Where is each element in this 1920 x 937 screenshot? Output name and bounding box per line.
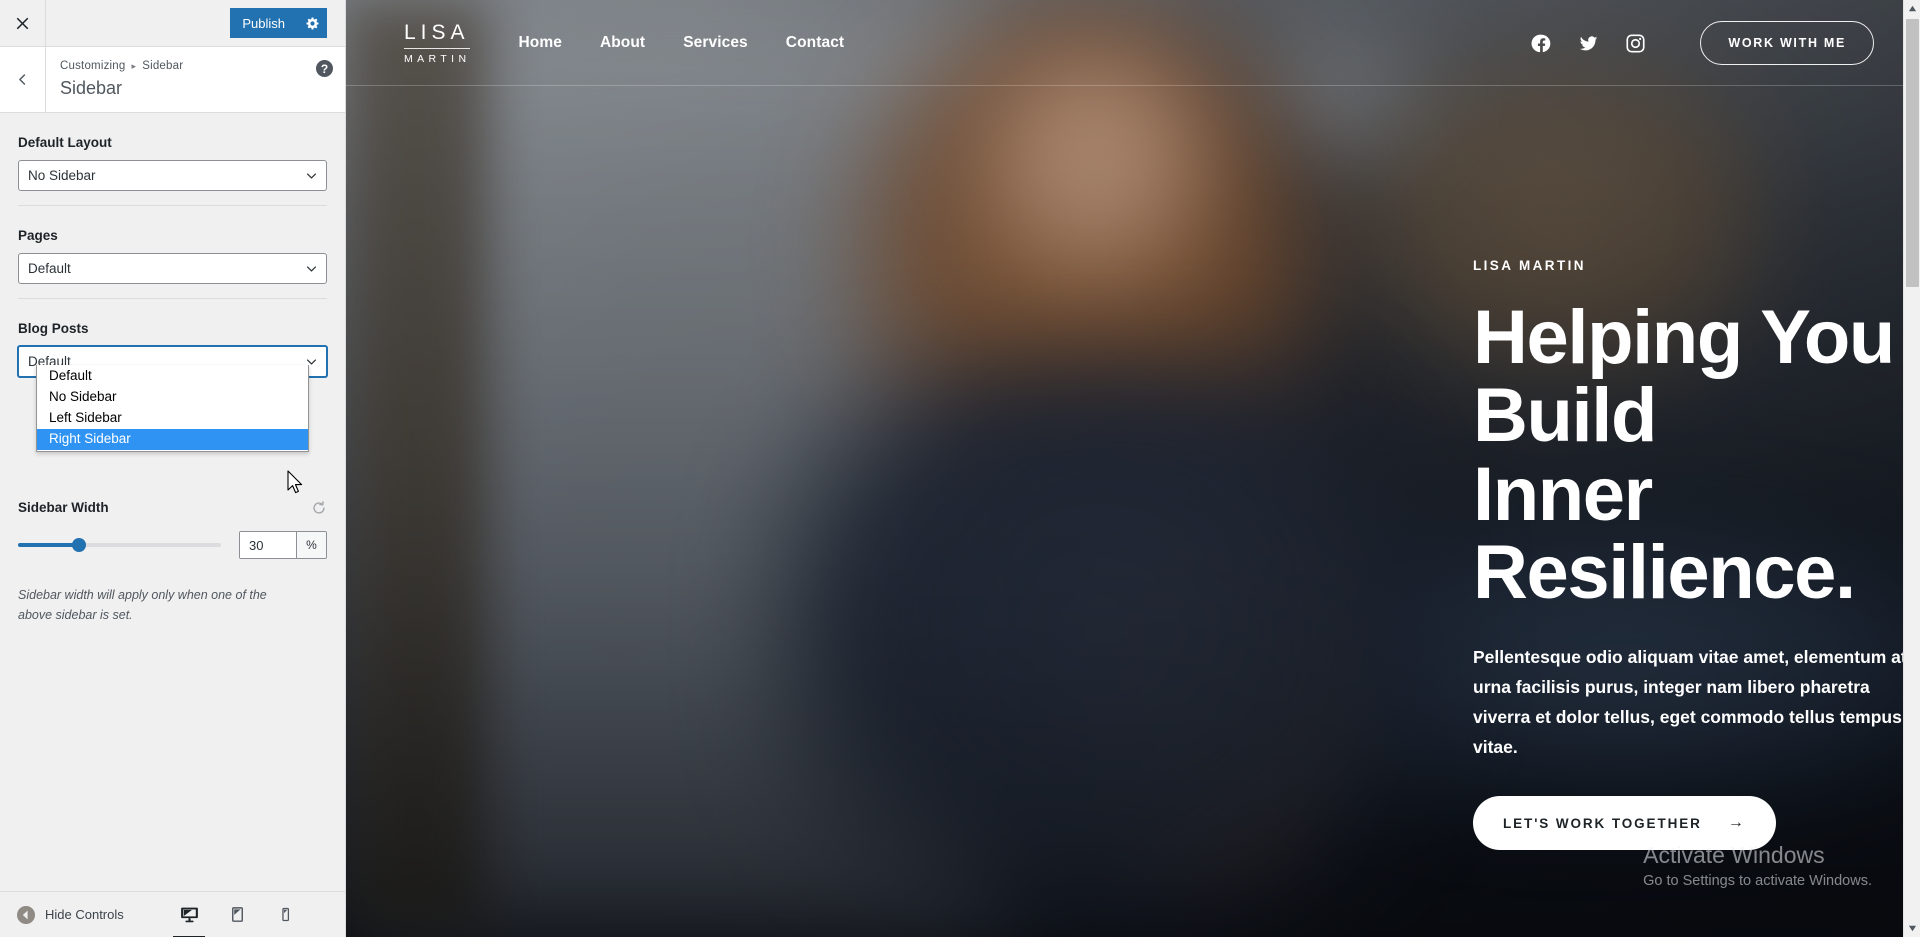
option-no-sidebar[interactable]: No Sidebar <box>37 387 308 408</box>
twitter-icon[interactable] <box>1578 33 1599 54</box>
control-pages: Pages Default <box>18 206 327 299</box>
option-left-sidebar[interactable]: Left Sidebar <box>37 408 308 429</box>
scrollbar-thumb[interactable] <box>1906 19 1919 287</box>
nav-item-about[interactable]: About <box>600 34 645 52</box>
default-layout-value: No Sidebar <box>28 168 96 183</box>
help-icon[interactable]: ? <box>316 60 333 77</box>
control-default-layout: Default Layout No Sidebar <box>18 113 327 206</box>
mobile-icon-glyph <box>281 907 289 922</box>
hero-title-line-2: Inner Resilience. <box>1473 451 1856 615</box>
customizer-topbar: Publish <box>0 0 345 47</box>
customizer-panel: Publish Customizing ▸ Sidebar Sidebar ? … <box>0 0 346 937</box>
nav-item-services[interactable]: Services <box>683 34 748 52</box>
sidebar-width-slider[interactable] <box>18 538 221 552</box>
breadcrumb-separator-icon: ▸ <box>131 61 137 71</box>
sidebar-width-input[interactable]: 30 <box>240 532 296 558</box>
breadcrumb: Customizing ▸ Sidebar <box>60 58 331 74</box>
hero-title: Helping You Build Inner Resilience. <box>1473 298 1920 615</box>
activate-windows-watermark: Activate Windows Go to Settings to activ… <box>1643 841 1872 889</box>
mobile-icon[interactable] <box>271 901 299 929</box>
preview-scrollbar[interactable] <box>1903 0 1920 937</box>
gear-icon[interactable] <box>297 8 327 38</box>
tablet-icon[interactable] <box>223 901 251 929</box>
control-sidebar-width: Sidebar Width 30 % <box>18 481 327 573</box>
page-title: Sidebar <box>60 78 123 98</box>
device-preview-group <box>173 901 329 937</box>
watermark-subtitle: Go to Settings to activate Windows. <box>1643 873 1872 889</box>
watermark-title: Activate Windows <box>1643 842 1825 868</box>
scrollbar-up-arrow-icon[interactable] <box>1904 0 1920 17</box>
breadcrumb-root[interactable]: Customizing <box>60 58 125 74</box>
gear-icon-glyph <box>306 17 318 29</box>
tablet-icon-glyph <box>231 907 243 922</box>
site-header: LISA MARTIN Home About Services Contact <box>346 0 1920 86</box>
logo-line-1: LISA <box>404 22 471 49</box>
default-layout-select[interactable]: No Sidebar <box>18 160 327 191</box>
desktop-icon-glyph <box>180 907 198 923</box>
hide-controls-button[interactable]: Hide Controls <box>16 905 124 925</box>
sidebar-width-number-box: 30 % <box>239 531 327 559</box>
cta-label: LET'S WORK TOGETHER <box>1503 815 1702 831</box>
slider-fill <box>18 543 79 547</box>
nav-item-home[interactable]: Home <box>518 34 561 52</box>
control-blog-posts: Blog Posts Default Default No Sidebar Le… <box>18 299 327 452</box>
arrow-right-icon: → <box>1727 814 1746 832</box>
sidebar-width-unit: % <box>296 532 326 558</box>
nav-item-contact[interactable]: Contact <box>786 34 844 52</box>
site-preview: LISA MARTIN Home About Services Contact <box>346 0 1920 937</box>
reset-icon[interactable] <box>311 500 327 516</box>
sidebar-settings-section: Default Layout No Sidebar Pages Default <box>0 113 345 573</box>
blog-posts-label: Blog Posts <box>18 321 89 336</box>
sidebar-width-label: Sidebar Width <box>18 500 109 515</box>
customizer-footer: Hide Controls <box>0 891 345 937</box>
breadcrumb-current: Sidebar <box>142 60 184 72</box>
hero-title-line-1: Helping You Build <box>1473 295 1895 459</box>
pages-value: Default <box>28 261 71 276</box>
publish-group: Publish <box>230 8 345 38</box>
customizer-body: Default Layout No Sidebar Pages Default <box>0 113 345 891</box>
slider-thumb[interactable] <box>71 538 86 552</box>
pages-select[interactable]: Default <box>18 253 327 284</box>
desktop-icon[interactable] <box>173 901 205 937</box>
chevron-left-icon <box>19 74 26 85</box>
customizer-header: Customizing ▸ Sidebar Sidebar ? <box>0 47 345 113</box>
hide-controls-label: Hide Controls <box>45 907 124 922</box>
back-button[interactable] <box>0 47 46 112</box>
instagram-icon[interactable] <box>1625 33 1646 54</box>
hero-content: LISA MARTIN Helping You Build Inner Resi… <box>346 86 1920 851</box>
close-icon[interactable] <box>0 0 46 46</box>
blog-posts-options-list[interactable]: Default No Sidebar Left Sidebar Right Si… <box>36 365 309 452</box>
default-layout-label: Default Layout <box>18 135 112 150</box>
customizer-titles: Customizing ▸ Sidebar Sidebar <box>46 47 345 112</box>
logo-line-2: MARTIN <box>404 52 471 65</box>
pages-label: Pages <box>18 228 58 243</box>
close-icon-glyph <box>16 17 29 29</box>
sidebar-width-slider-row: 30 % <box>18 531 327 559</box>
social-links <box>1531 33 1646 54</box>
hero-eyebrow: LISA MARTIN <box>1473 258 1586 273</box>
sidebar-width-header: Sidebar Width <box>18 499 327 517</box>
facebook-icon[interactable] <box>1531 33 1552 54</box>
hero-subtitle: Pellentesque odio aliquam vitae amet, el… <box>1473 647 1907 758</box>
option-default[interactable]: Default <box>37 366 308 387</box>
publish-button[interactable]: Publish <box>230 8 297 38</box>
chevron-down-icon <box>306 172 317 179</box>
sidebar-width-description: Sidebar width will apply only when one o… <box>18 588 267 622</box>
collapse-icon <box>17 905 35 924</box>
site-logo[interactable]: LISA MARTIN <box>404 22 471 65</box>
option-right-sidebar[interactable]: Right Sidebar <box>37 429 308 450</box>
chevron-down-icon <box>306 265 317 272</box>
main-navigation: Home About Services Contact <box>518 34 844 52</box>
scrollbar-down-arrow-icon[interactable] <box>1904 920 1920 937</box>
header-right-group: WORK WITH ME <box>1531 21 1874 65</box>
work-with-me-button[interactable]: WORK WITH ME <box>1700 21 1874 65</box>
